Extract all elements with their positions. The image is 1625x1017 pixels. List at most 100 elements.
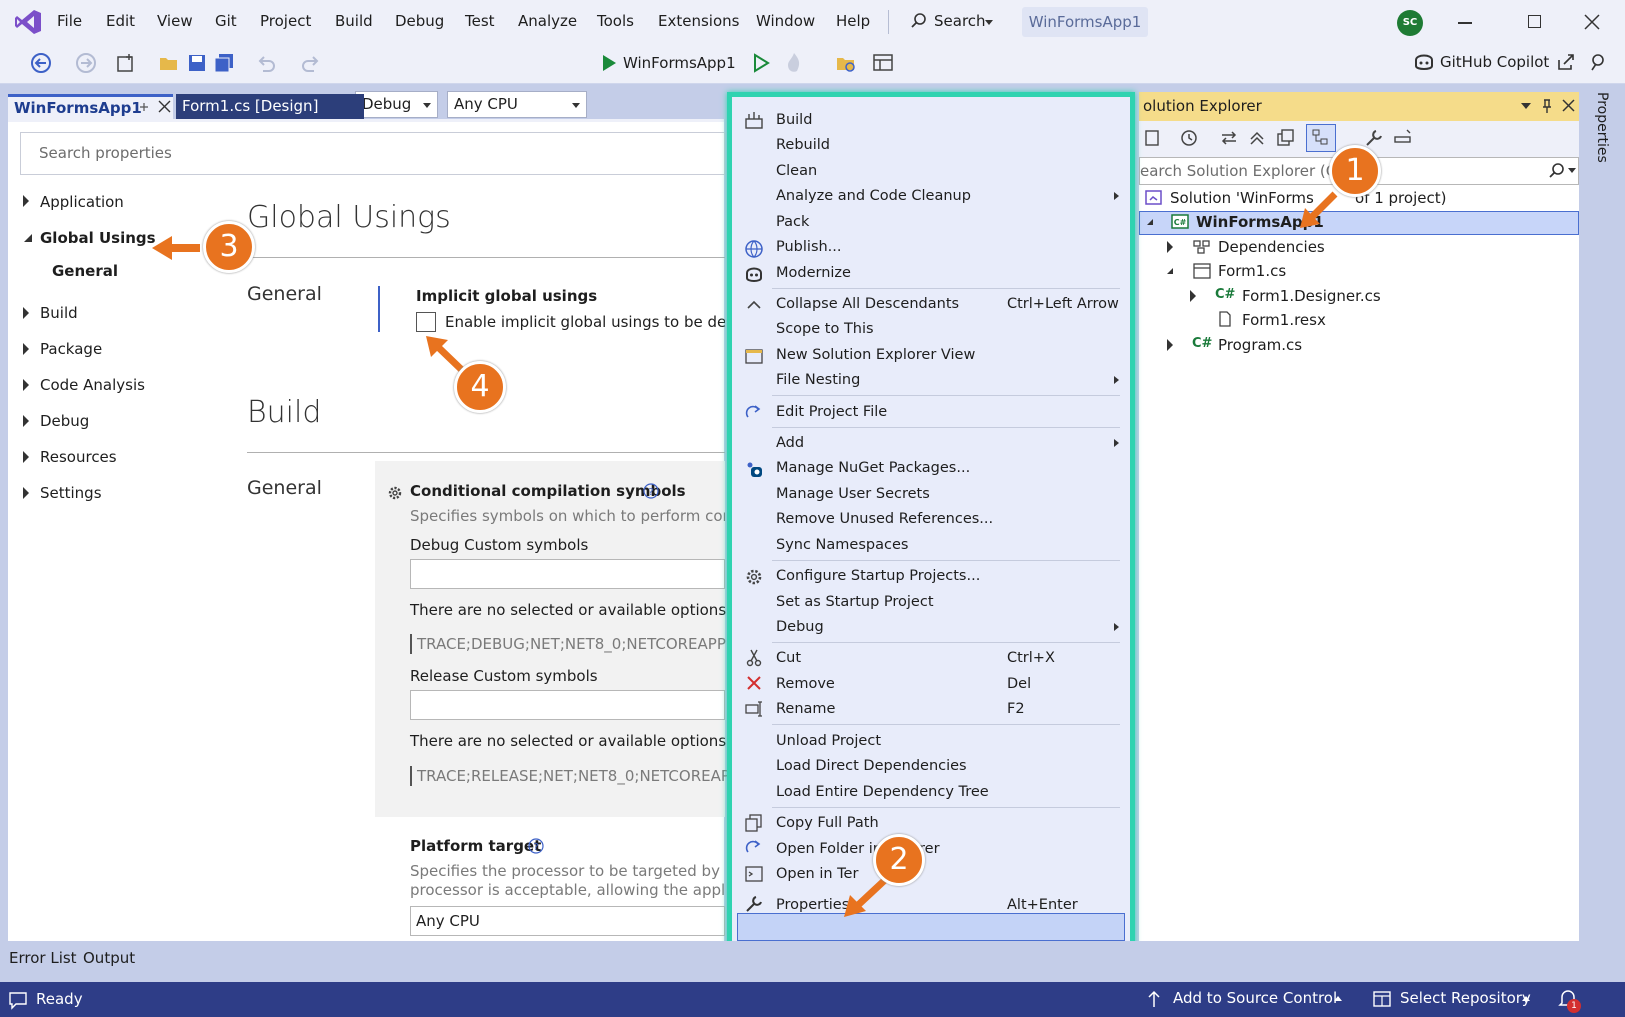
menu-item-new-view[interactable]: New Solution Explorer View: [776, 347, 975, 363]
browse-folder-icon[interactable]: [835, 52, 857, 74]
menu-test[interactable]: Test: [465, 12, 495, 30]
menu-item-scope[interactable]: Scope to This: [776, 321, 874, 337]
close-icon[interactable]: [1584, 14, 1600, 30]
tree-program[interactable]: Program.cs: [1218, 336, 1302, 354]
tree-form1-resx[interactable]: Form1.resx: [1242, 311, 1326, 329]
implicit-usings-checkbox[interactable]: [416, 312, 436, 332]
new-project-icon[interactable]: [115, 52, 137, 74]
track-active-item-toggle[interactable]: [1306, 124, 1336, 152]
nav-general[interactable]: General: [52, 262, 118, 280]
expand-arrow-icon[interactable]: [23, 487, 29, 499]
collapse-arrow-icon[interactable]: [1165, 266, 1175, 276]
hot-reload-icon[interactable]: [783, 51, 805, 75]
menu-build[interactable]: Build: [335, 12, 373, 30]
expand-arrow-icon[interactable]: [23, 307, 29, 319]
collapse-all-icon[interactable]: [1247, 128, 1267, 148]
expand-arrow-icon[interactable]: [23, 451, 29, 463]
add-to-source-control-button[interactable]: Add to Source Control: [1173, 989, 1337, 1007]
menu-item-publish[interactable]: Publish...: [776, 239, 842, 255]
tree-form1-designer[interactable]: Form1.Designer.cs: [1242, 287, 1381, 305]
menu-item-sync-namespaces[interactable]: Sync Namespaces: [776, 537, 908, 553]
menu-edit[interactable]: Edit: [106, 12, 135, 30]
search-button[interactable]: Search: [934, 12, 986, 30]
nav-application[interactable]: Application: [40, 193, 124, 211]
avatar[interactable]: SC: [1397, 10, 1423, 36]
save-icon[interactable]: [186, 52, 208, 74]
menu-item-rebuild[interactable]: Rebuild: [776, 137, 830, 153]
menu-item-clean[interactable]: Clean: [776, 163, 817, 179]
save-all-icon[interactable]: [213, 52, 235, 74]
menu-project[interactable]: Project: [260, 12, 311, 30]
nav-package[interactable]: Package: [40, 340, 102, 358]
wrench-icon[interactable]: [1364, 128, 1384, 148]
redo-icon[interactable]: [300, 52, 322, 74]
expand-arrow-icon[interactable]: [1167, 241, 1173, 253]
undo-icon[interactable]: [255, 52, 277, 74]
menu-item-build[interactable]: Build: [776, 112, 812, 128]
tab-error-list[interactable]: Error List: [9, 949, 77, 967]
configuration-select[interactable]: Debug: [355, 91, 438, 118]
start-debug-icon[interactable]: [600, 52, 618, 74]
nav-debug[interactable]: Debug: [40, 412, 89, 430]
menu-item-load-direct[interactable]: Load Direct Dependencies: [776, 758, 967, 774]
expand-arrow-icon[interactable]: [23, 379, 29, 391]
expand-arrow-icon[interactable]: [23, 415, 29, 427]
help-icon[interactable]: ?: [528, 838, 544, 854]
nav-resources[interactable]: Resources: [40, 448, 117, 466]
menu-item-modernize[interactable]: Modernize: [776, 265, 851, 281]
menu-debug[interactable]: Debug: [395, 12, 444, 30]
switch-views-icon[interactable]: [1143, 128, 1161, 148]
menu-item-add[interactable]: Add: [776, 435, 804, 451]
expand-arrow-icon[interactable]: [1190, 290, 1196, 302]
menu-item-file-nesting[interactable]: File Nesting: [776, 372, 860, 388]
menu-extensions[interactable]: Extensions: [658, 12, 739, 30]
menu-help[interactable]: Help: [836, 12, 870, 30]
tree-dependencies[interactable]: Dependencies: [1218, 238, 1325, 256]
menu-item-analyze[interactable]: Analyze and Code Cleanup: [776, 188, 971, 204]
nav-code-analysis[interactable]: Code Analysis: [40, 376, 145, 394]
sync-icon[interactable]: [1219, 128, 1239, 148]
menu-item-open-folder[interactable]: Open Folder in: [776, 841, 882, 857]
menu-item-collapse-all[interactable]: Collapse All Descendants: [776, 296, 959, 312]
menu-item-configure-startup[interactable]: Configure Startup Projects...: [776, 568, 980, 584]
select-repository-button[interactable]: Select Repository: [1400, 989, 1531, 1007]
search-properties-input[interactable]: Search properties: [20, 132, 725, 175]
share-icon[interactable]: [1556, 52, 1576, 72]
menu-item-remove-unused[interactable]: Remove Unused References...: [776, 511, 993, 527]
nav-build[interactable]: Build: [40, 304, 78, 322]
open-folder-icon[interactable]: [158, 52, 180, 74]
pin-icon[interactable]: [138, 101, 150, 113]
menu-window[interactable]: Window: [756, 12, 815, 30]
menu-item-properties-highlight[interactable]: [737, 913, 1125, 941]
history-icon[interactable]: [1179, 128, 1199, 148]
close-icon[interactable]: [1562, 99, 1575, 112]
release-custom-input[interactable]: [410, 690, 725, 720]
tree-solution[interactable]: Solution 'WinForms: [1170, 189, 1314, 207]
preview-icon[interactable]: [1392, 128, 1414, 148]
layout-icon[interactable]: [872, 52, 894, 74]
run-target-button[interactable]: WinFormsApp1: [623, 54, 736, 72]
github-copilot-icon[interactable]: [1412, 50, 1436, 74]
expand-arrow-icon[interactable]: [1167, 339, 1173, 351]
collapse-arrow-icon[interactable]: [1145, 217, 1155, 227]
collapse-arrow-icon[interactable]: [22, 232, 34, 244]
menu-tools[interactable]: Tools: [597, 12, 634, 30]
menu-item-rename[interactable]: Rename: [776, 701, 835, 717]
expand-arrow-icon[interactable]: [23, 343, 29, 355]
github-copilot-button[interactable]: GitHub Copilot: [1440, 53, 1549, 71]
platform-select[interactable]: Any CPU: [447, 91, 587, 118]
show-all-files-icon[interactable]: [1275, 128, 1295, 148]
menu-item-pack[interactable]: Pack: [776, 214, 809, 230]
back-icon[interactable]: [30, 52, 52, 74]
feedback-icon[interactable]: [1588, 52, 1608, 72]
menu-item-user-secrets[interactable]: Manage User Secrets: [776, 486, 930, 502]
menu-file[interactable]: File: [57, 12, 82, 30]
menu-item-remove[interactable]: Remove: [776, 676, 835, 692]
pin-icon[interactable]: [1540, 98, 1554, 114]
debug-custom-input[interactable]: [410, 559, 725, 589]
nav-settings[interactable]: Settings: [40, 484, 102, 502]
maximize-icon[interactable]: [1528, 15, 1541, 28]
menu-item-debug[interactable]: Debug: [776, 619, 824, 635]
tab-output[interactable]: Output: [83, 949, 135, 967]
properties-side-tab[interactable]: Properties: [1590, 92, 1620, 192]
